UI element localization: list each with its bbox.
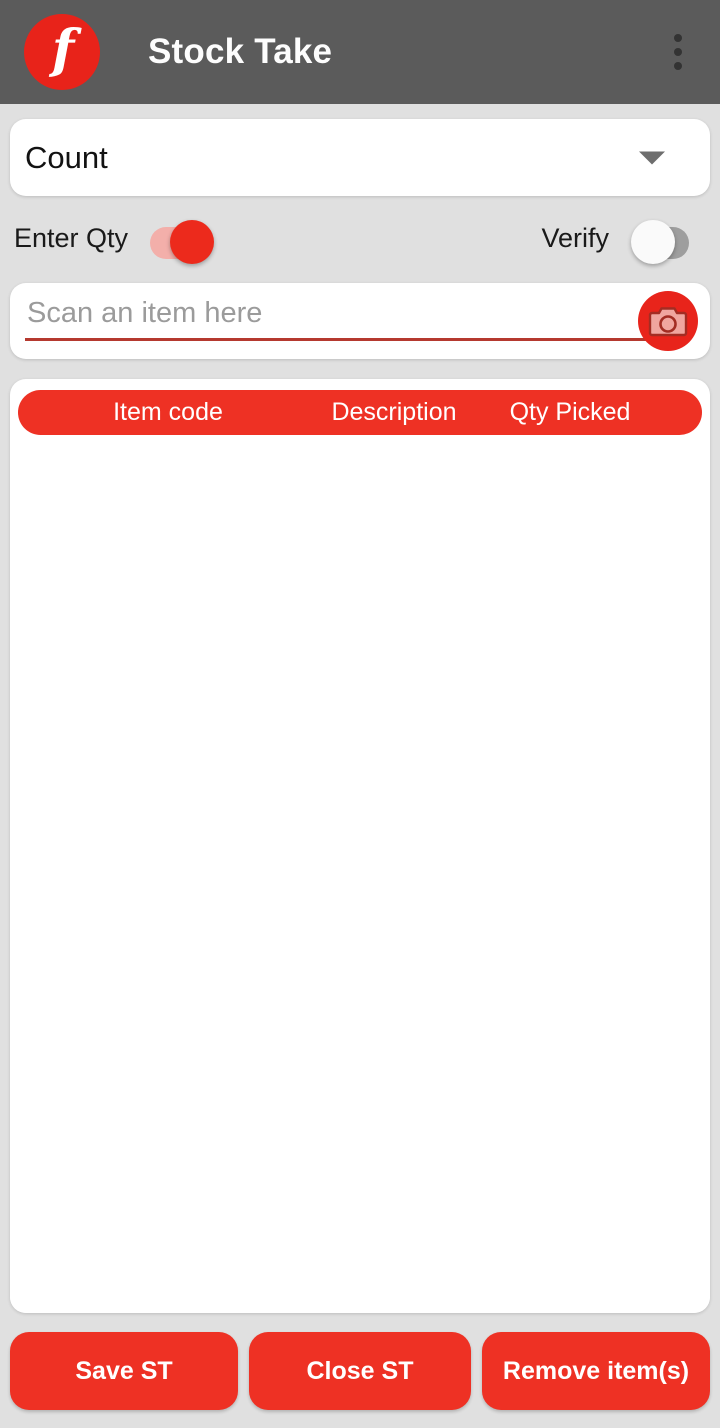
mode-dropdown[interactable]: Count: [10, 119, 710, 196]
mode-dropdown-value: Count: [25, 139, 108, 175]
chevron-down-icon: [639, 151, 665, 164]
enter-qty-switch-thumb: [170, 220, 215, 264]
overflow-dot-1: [674, 34, 682, 42]
overflow-dot-3: [674, 62, 682, 70]
verify-switch-thumb: [631, 220, 675, 264]
toggle-row: Enter Qty Verify: [0, 210, 720, 266]
camera-button[interactable]: [638, 291, 698, 351]
save-st-button[interactable]: Save ST: [10, 1332, 238, 1410]
enter-qty-switch[interactable]: [150, 216, 215, 264]
column-header-qty-picked: Qty Picked: [509, 398, 631, 426]
column-header-item-code: Item code: [113, 398, 223, 426]
overflow-menu-icon[interactable]: [658, 28, 698, 76]
enter-qty-group: Enter Qty: [14, 210, 215, 266]
scan-card: [10, 283, 710, 359]
app-bar: f Stock Take: [0, 0, 720, 104]
item-list-body[interactable]: [10, 447, 710, 1313]
verify-label: Verify: [541, 222, 609, 253]
item-list-card: Item code Description Qty Picked: [10, 379, 710, 1313]
scan-input[interactable]: [25, 297, 655, 341]
app-logo-icon: f: [24, 14, 100, 90]
close-st-button[interactable]: Close ST: [249, 1332, 471, 1410]
item-list-header: Item code Description Qty Picked: [18, 390, 702, 435]
remove-items-button[interactable]: Remove item(s): [482, 1332, 710, 1410]
overflow-dot-2: [674, 48, 682, 56]
page-title: Stock Take: [148, 32, 333, 71]
camera-icon: [648, 306, 688, 336]
column-header-description: Description: [331, 398, 457, 426]
verify-switch[interactable]: [631, 216, 695, 264]
app-logo-letter: f: [51, 19, 75, 80]
action-button-bar: Save ST Close ST Remove item(s): [0, 1332, 720, 1412]
verify-group: Verify: [541, 210, 695, 266]
enter-qty-label: Enter Qty: [14, 222, 129, 253]
